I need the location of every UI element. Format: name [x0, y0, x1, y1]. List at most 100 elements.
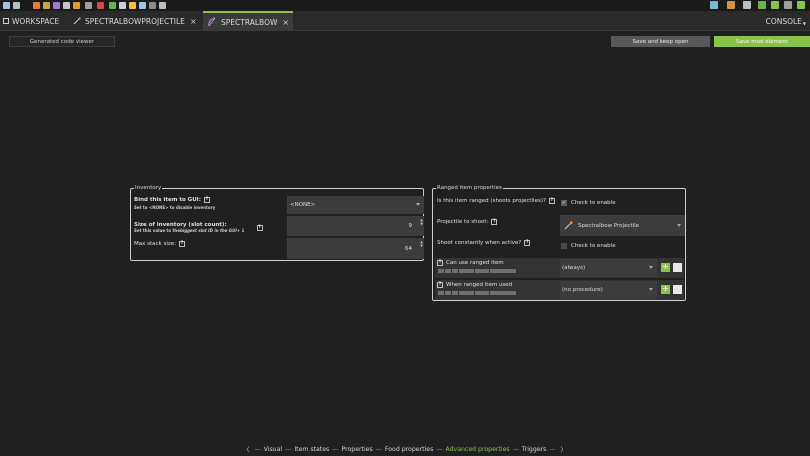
- generated-code-viewer-button[interactable]: Generated code viewer: [9, 36, 115, 47]
- next-page-icon[interactable]: 〉: [561, 445, 567, 454]
- tool-icon[interactable]: [139, 2, 146, 9]
- is-ranged-label: Is this item ranged (shoots projectiles)…: [437, 198, 546, 204]
- edit-procedure-button[interactable]: [673, 285, 682, 294]
- shoot-constantly-label-row: Shoot constantly when active? ?: [437, 240, 531, 246]
- previous-page-icon[interactable]: 〈: [243, 445, 249, 454]
- help-icon[interactable]: ?: [179, 241, 185, 247]
- projectile-label-row: Projectile to shoot: ?: [437, 219, 498, 225]
- workspace-icon[interactable]: [3, 2, 10, 9]
- dependency-chips: [438, 269, 517, 273]
- export-icon[interactable]: [149, 2, 156, 9]
- gui-select[interactable]: <NONE>: [287, 196, 424, 214]
- checkbox-checked-icon[interactable]: ✓: [561, 200, 567, 206]
- tab-spectralbowprojectile[interactable]: SPECTRALBOWPROJECTILE ×: [70, 11, 200, 31]
- projectile-label: Projectile to shoot:: [437, 219, 489, 225]
- can-use-label-row: ? Can use ranged item: [437, 260, 504, 266]
- recipe-icon[interactable]: [97, 2, 104, 9]
- inventory-size-spinner[interactable]: 9 ▲ ▼: [287, 216, 424, 236]
- ranged-legend: Ranged item properties: [436, 184, 503, 192]
- save-and-keep-open-button[interactable]: Save and keep open: [611, 36, 710, 47]
- model-icon[interactable]: [73, 2, 80, 9]
- picture-icon[interactable]: [710, 1, 718, 9]
- bind-gui-hint: Set to <NONE> to disable inventory: [134, 205, 216, 210]
- edit-icon[interactable]: [159, 2, 166, 9]
- help-icon[interactable]: ?: [491, 219, 498, 225]
- help-icon[interactable]: ?: [437, 260, 443, 266]
- inventory-legend: Inventory: [134, 184, 163, 192]
- projectile-select[interactable]: Spectralbow Projectile: [560, 215, 685, 236]
- dependency-chips: [438, 291, 517, 295]
- save-mod-element-button[interactable]: Save mod element: [714, 36, 810, 47]
- help-icon[interactable]: ?: [256, 225, 263, 231]
- help-icon[interactable]: ?: [524, 240, 531, 246]
- add-procedure-button[interactable]: +: [661, 285, 670, 294]
- tag-icon[interactable]: [109, 2, 116, 9]
- nav-triggers[interactable]: Triggers: [522, 446, 547, 453]
- can-use-label: Can use ranged item: [446, 260, 504, 266]
- when-used-label: When ranged item used: [446, 282, 513, 288]
- nav-visual[interactable]: Visual: [264, 446, 282, 453]
- run-client-icon[interactable]: [758, 1, 766, 9]
- wrench-icon[interactable]: [743, 1, 751, 9]
- projectile-tab-icon: [73, 17, 81, 25]
- stop-icon[interactable]: [784, 1, 792, 9]
- can-use-procedure-select[interactable]: (always): [560, 259, 657, 277]
- close-icon[interactable]: ×: [190, 17, 197, 26]
- animation-icon[interactable]: [85, 2, 92, 9]
- help-icon[interactable]: ?: [548, 198, 555, 204]
- chevron-down-icon: [677, 223, 681, 227]
- tab-workspace[interactable]: WORKSPACE: [0, 11, 62, 31]
- when-used-procedure-select[interactable]: (no procedure): [560, 281, 657, 299]
- chevron-down-icon: [649, 288, 653, 291]
- nav-food-properties[interactable]: Food properties: [385, 446, 433, 453]
- monitor-icon[interactable]: [13, 2, 20, 9]
- close-icon[interactable]: ×: [282, 18, 289, 27]
- ranged-properties-panel: Ranged item properties Is this item rang…: [432, 184, 686, 301]
- tab-spectralbow[interactable]: SPECTRALBOW ×: [203, 11, 293, 31]
- chevron-down-icon: ▼: [802, 20, 806, 26]
- tab-label: WORKSPACE: [12, 16, 60, 26]
- can-use-procedure-row: ? Can use ranged item (always) +: [435, 258, 684, 278]
- when-used-procedure-row: ? When ranged item used (no procedure) +: [435, 280, 684, 300]
- edit-procedure-button[interactable]: [673, 263, 682, 272]
- inventory-panel: Inventory Bind this item to GUI: ? Set t…: [130, 184, 424, 261]
- main-toolbar: [0, 0, 810, 11]
- checkbox-unchecked-icon[interactable]: [561, 243, 567, 249]
- spinner-arrows-icon[interactable]: ▲ ▼: [420, 240, 423, 248]
- nav-properties[interactable]: Properties: [341, 446, 372, 453]
- structure-icon[interactable]: [63, 2, 70, 9]
- help-icon[interactable]: ?: [203, 197, 210, 203]
- stack-size-label: Max stack size:: [134, 241, 176, 247]
- pencil-icon[interactable]: [727, 1, 735, 9]
- console-button[interactable]: CONSOLE ▼: [766, 11, 806, 31]
- page-navigation: 〈 — Visual — Item states — Properties — …: [243, 445, 567, 454]
- inventory-size-hint: Set this value to the biggest slot ID in…: [134, 228, 245, 233]
- menu-icon[interactable]: [797, 1, 805, 9]
- help-icon[interactable]: ?: [437, 282, 443, 288]
- build-icon[interactable]: [771, 1, 779, 9]
- tab-label: SPECTRALBOWPROJECTILE: [85, 16, 185, 26]
- stack-size-spinner[interactable]: 64 ▲ ▼: [287, 238, 424, 259]
- is-ranged-checkbox[interactable]: ✓ Check to enable: [561, 200, 616, 206]
- bind-gui-label: Bind this item to GUI:: [134, 197, 201, 203]
- nav-advanced-properties[interactable]: Advanced properties: [446, 446, 510, 453]
- bind-gui-label-row: Bind this item to GUI: ?: [134, 197, 210, 203]
- projectile-icon: [564, 221, 573, 230]
- chevron-down-icon: [649, 266, 653, 269]
- texture-icon[interactable]: [43, 2, 50, 9]
- chevron-down-icon: [416, 203, 420, 206]
- nav-item-states[interactable]: Item states: [294, 446, 329, 453]
- add-procedure-button[interactable]: +: [661, 263, 670, 272]
- stack-size-label-row: Max stack size: ?: [134, 241, 185, 247]
- is-ranged-label-row: Is this item ranged (shoots projectiles)…: [437, 198, 555, 204]
- when-used-label-row: ? When ranged item used: [437, 282, 512, 288]
- spinner-arrows-icon[interactable]: ▲ ▼: [420, 218, 423, 226]
- sound-icon[interactable]: [53, 2, 60, 9]
- bow-tab-icon: [207, 17, 217, 27]
- mod-element-icon[interactable]: [33, 2, 40, 9]
- variable-icon[interactable]: [119, 2, 126, 9]
- tab-bar: WORKSPACE SPECTRALBOWPROJECTILE × SPECTR…: [0, 11, 810, 31]
- code-icon[interactable]: [129, 2, 136, 9]
- shoot-constantly-checkbox[interactable]: Check to enable: [561, 243, 616, 249]
- workspace-tab-icon: [3, 18, 9, 24]
